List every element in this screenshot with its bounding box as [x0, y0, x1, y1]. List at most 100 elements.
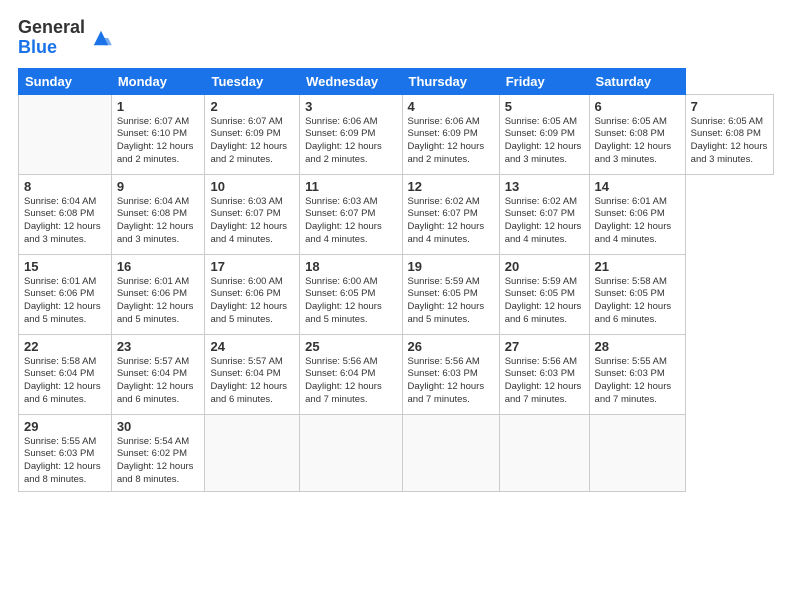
day-info: Sunrise: 6:05 AMSunset: 6:08 PMDaylight:…	[595, 116, 672, 165]
day-number: 14	[595, 179, 680, 194]
day-number: 4	[408, 99, 494, 114]
day-number: 2	[210, 99, 294, 114]
day-info: Sunrise: 5:55 AMSunset: 6:03 PMDaylight:…	[24, 436, 101, 485]
calendar-cell: 19 Sunrise: 5:59 AMSunset: 6:05 PMDaylig…	[402, 254, 499, 334]
day-info: Sunrise: 5:56 AMSunset: 6:03 PMDaylight:…	[408, 356, 485, 405]
day-number: 24	[210, 339, 294, 354]
day-info: Sunrise: 5:59 AMSunset: 6:05 PMDaylight:…	[408, 276, 485, 325]
calendar-cell	[19, 94, 112, 174]
day-info: Sunrise: 6:02 AMSunset: 6:07 PMDaylight:…	[505, 196, 582, 245]
day-info: Sunrise: 6:01 AMSunset: 6:06 PMDaylight:…	[24, 276, 101, 325]
week-row-1: 1 Sunrise: 6:07 AMSunset: 6:10 PMDayligh…	[19, 94, 774, 174]
day-info: Sunrise: 6:04 AMSunset: 6:08 PMDaylight:…	[117, 196, 194, 245]
logo-icon	[89, 26, 113, 50]
calendar-cell: 1 Sunrise: 6:07 AMSunset: 6:10 PMDayligh…	[111, 94, 205, 174]
calendar-cell: 29 Sunrise: 5:55 AMSunset: 6:03 PMDaylig…	[19, 414, 112, 491]
calendar-cell: 11 Sunrise: 6:03 AMSunset: 6:07 PMDaylig…	[300, 174, 402, 254]
calendar-cell: 22 Sunrise: 5:58 AMSunset: 6:04 PMDaylig…	[19, 334, 112, 414]
week-row-3: 15 Sunrise: 6:01 AMSunset: 6:06 PMDaylig…	[19, 254, 774, 334]
day-number: 13	[505, 179, 584, 194]
day-number: 15	[24, 259, 106, 274]
calendar-cell	[402, 414, 499, 491]
calendar-cell: 28 Sunrise: 5:55 AMSunset: 6:03 PMDaylig…	[589, 334, 685, 414]
day-number: 6	[595, 99, 680, 114]
weekday-header-wednesday: Wednesday	[300, 68, 402, 94]
week-row-2: 8 Sunrise: 6:04 AMSunset: 6:08 PMDayligh…	[19, 174, 774, 254]
weekday-header-monday: Monday	[111, 68, 205, 94]
day-info: Sunrise: 5:55 AMSunset: 6:03 PMDaylight:…	[595, 356, 672, 405]
day-info: Sunrise: 6:04 AMSunset: 6:08 PMDaylight:…	[24, 196, 101, 245]
day-info: Sunrise: 6:00 AMSunset: 6:05 PMDaylight:…	[305, 276, 382, 325]
calendar-cell: 2 Sunrise: 6:07 AMSunset: 6:09 PMDayligh…	[205, 94, 300, 174]
calendar-cell: 9 Sunrise: 6:04 AMSunset: 6:08 PMDayligh…	[111, 174, 205, 254]
day-number: 10	[210, 179, 294, 194]
day-info: Sunrise: 6:03 AMSunset: 6:07 PMDaylight:…	[305, 196, 382, 245]
day-number: 28	[595, 339, 680, 354]
calendar-cell: 15 Sunrise: 6:01 AMSunset: 6:06 PMDaylig…	[19, 254, 112, 334]
day-info: Sunrise: 5:54 AMSunset: 6:02 PMDaylight:…	[117, 436, 194, 485]
day-info: Sunrise: 6:01 AMSunset: 6:06 PMDaylight:…	[595, 196, 672, 245]
calendar-cell	[300, 414, 402, 491]
day-number: 5	[505, 99, 584, 114]
calendar-cell: 18 Sunrise: 6:00 AMSunset: 6:05 PMDaylig…	[300, 254, 402, 334]
day-info: Sunrise: 6:07 AMSunset: 6:10 PMDaylight:…	[117, 116, 194, 165]
day-number: 27	[505, 339, 584, 354]
day-info: Sunrise: 6:02 AMSunset: 6:07 PMDaylight:…	[408, 196, 485, 245]
weekday-header-saturday: Saturday	[589, 68, 685, 94]
day-info: Sunrise: 5:56 AMSunset: 6:03 PMDaylight:…	[505, 356, 582, 405]
calendar-cell: 7 Sunrise: 6:05 AMSunset: 6:08 PMDayligh…	[685, 94, 773, 174]
week-row-4: 22 Sunrise: 5:58 AMSunset: 6:04 PMDaylig…	[19, 334, 774, 414]
day-number: 26	[408, 339, 494, 354]
weekday-header-friday: Friday	[499, 68, 589, 94]
calendar-cell: 27 Sunrise: 5:56 AMSunset: 6:03 PMDaylig…	[499, 334, 589, 414]
calendar-cell: 6 Sunrise: 6:05 AMSunset: 6:08 PMDayligh…	[589, 94, 685, 174]
calendar-cell: 21 Sunrise: 5:58 AMSunset: 6:05 PMDaylig…	[589, 254, 685, 334]
calendar-cell: 30 Sunrise: 5:54 AMSunset: 6:02 PMDaylig…	[111, 414, 205, 491]
day-info: Sunrise: 5:56 AMSunset: 6:04 PMDaylight:…	[305, 356, 382, 405]
week-row-5: 29 Sunrise: 5:55 AMSunset: 6:03 PMDaylig…	[19, 414, 774, 491]
calendar-cell: 16 Sunrise: 6:01 AMSunset: 6:06 PMDaylig…	[111, 254, 205, 334]
calendar-cell: 14 Sunrise: 6:01 AMSunset: 6:06 PMDaylig…	[589, 174, 685, 254]
day-number: 11	[305, 179, 396, 194]
calendar-cell: 5 Sunrise: 6:05 AMSunset: 6:09 PMDayligh…	[499, 94, 589, 174]
calendar-cell: 26 Sunrise: 5:56 AMSunset: 6:03 PMDaylig…	[402, 334, 499, 414]
day-info: Sunrise: 6:00 AMSunset: 6:06 PMDaylight:…	[210, 276, 287, 325]
calendar-cell: 13 Sunrise: 6:02 AMSunset: 6:07 PMDaylig…	[499, 174, 589, 254]
calendar-cell: 17 Sunrise: 6:00 AMSunset: 6:06 PMDaylig…	[205, 254, 300, 334]
day-info: Sunrise: 5:58 AMSunset: 6:04 PMDaylight:…	[24, 356, 101, 405]
calendar-cell	[205, 414, 300, 491]
calendar-cell: 8 Sunrise: 6:04 AMSunset: 6:08 PMDayligh…	[19, 174, 112, 254]
weekday-header-tuesday: Tuesday	[205, 68, 300, 94]
calendar-cell: 4 Sunrise: 6:06 AMSunset: 6:09 PMDayligh…	[402, 94, 499, 174]
day-number: 12	[408, 179, 494, 194]
logo-blue: Blue	[18, 38, 85, 58]
day-number: 17	[210, 259, 294, 274]
day-number: 23	[117, 339, 200, 354]
day-number: 22	[24, 339, 106, 354]
day-number: 19	[408, 259, 494, 274]
day-number: 1	[117, 99, 200, 114]
calendar-cell: 25 Sunrise: 5:56 AMSunset: 6:04 PMDaylig…	[300, 334, 402, 414]
day-info: Sunrise: 6:05 AMSunset: 6:09 PMDaylight:…	[505, 116, 582, 165]
day-number: 25	[305, 339, 396, 354]
day-number: 8	[24, 179, 106, 194]
day-info: Sunrise: 6:03 AMSunset: 6:07 PMDaylight:…	[210, 196, 287, 245]
calendar-cell: 10 Sunrise: 6:03 AMSunset: 6:07 PMDaylig…	[205, 174, 300, 254]
day-info: Sunrise: 6:01 AMSunset: 6:06 PMDaylight:…	[117, 276, 194, 325]
weekday-header-sunday: Sunday	[19, 68, 112, 94]
day-info: Sunrise: 5:57 AMSunset: 6:04 PMDaylight:…	[210, 356, 287, 405]
day-number: 7	[691, 99, 768, 114]
calendar: SundayMondayTuesdayWednesdayThursdayFrid…	[18, 68, 774, 492]
day-number: 16	[117, 259, 200, 274]
calendar-cell	[589, 414, 685, 491]
day-info: Sunrise: 6:05 AMSunset: 6:08 PMDaylight:…	[691, 116, 768, 165]
calendar-cell: 20 Sunrise: 5:59 AMSunset: 6:05 PMDaylig…	[499, 254, 589, 334]
weekday-header-thursday: Thursday	[402, 68, 499, 94]
logo: General Blue	[18, 18, 113, 58]
day-info: Sunrise: 6:07 AMSunset: 6:09 PMDaylight:…	[210, 116, 287, 165]
day-info: Sunrise: 5:59 AMSunset: 6:05 PMDaylight:…	[505, 276, 582, 325]
day-info: Sunrise: 5:58 AMSunset: 6:05 PMDaylight:…	[595, 276, 672, 325]
day-info: Sunrise: 5:57 AMSunset: 6:04 PMDaylight:…	[117, 356, 194, 405]
day-number: 30	[117, 419, 200, 434]
logo-general: General	[18, 18, 85, 38]
